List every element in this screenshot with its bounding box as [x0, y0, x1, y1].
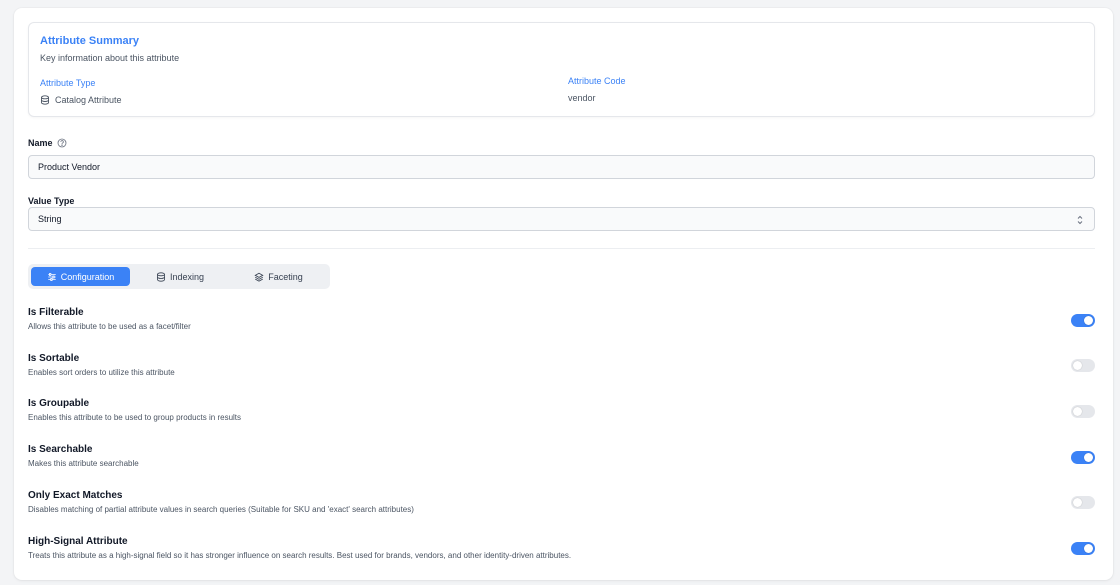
option-is-searchable: Is Searchable Makes this attribute searc…: [28, 444, 139, 468]
option-title: Is Filterable: [28, 307, 84, 318]
database-icon: [157, 271, 165, 282]
attribute-type-value: Catalog Attribute: [40, 95, 122, 105]
is-filterable-toggle[interactable]: [1071, 314, 1095, 327]
help-circle-icon[interactable]: [57, 138, 67, 148]
section-divider: [28, 248, 1095, 249]
layers-icon: [254, 272, 264, 282]
name-input[interactable]: Product Vendor: [28, 155, 1095, 179]
option-title: High-Signal Attribute: [28, 536, 128, 547]
tab-faceting[interactable]: Faceting: [230, 267, 327, 286]
option-only-exact-matches: Only Exact Matches Disables matching of …: [28, 490, 414, 514]
attribute-type-text: Catalog Attribute: [55, 95, 122, 105]
name-field-label: Name: [28, 138, 67, 148]
option-is-sortable: Is Sortable Enables sort orders to utili…: [28, 353, 175, 377]
option-description: Disables matching of partial attribute v…: [28, 505, 414, 514]
option-description: Makes this attribute searchable: [28, 459, 139, 468]
attribute-summary-card: Attribute Summary Key information about …: [28, 22, 1095, 117]
tab-configuration[interactable]: Configuration: [31, 267, 130, 286]
database-icon: [40, 95, 50, 105]
option-high-signal-attribute: High-Signal Attribute Treats this attrib…: [28, 536, 571, 560]
summary-subtitle: Key information about this attribute: [40, 53, 180, 63]
name-label-text: Name: [28, 138, 53, 148]
tab-configuration-label: Configuration: [60, 271, 115, 282]
toggle-knob: [1084, 544, 1093, 553]
attribute-code-label: Attribute Code: [568, 76, 626, 86]
is-searchable-toggle[interactable]: [1071, 451, 1095, 464]
toggle-knob: [1084, 316, 1093, 325]
toggle-knob: [1073, 407, 1082, 416]
is-groupable-toggle[interactable]: [1071, 405, 1095, 418]
toggle-knob: [1073, 498, 1082, 507]
value-type-label: Value Type: [28, 196, 75, 206]
option-description: Allows this attribute to be used as a fa…: [28, 322, 191, 331]
value-type-select[interactable]: String: [28, 207, 1095, 231]
tab-indexing-label: Indexing: [169, 271, 205, 282]
sliders-icon: [47, 272, 56, 281]
chevron-up-down-icon: [1076, 214, 1084, 226]
option-title: Is Searchable: [28, 444, 93, 455]
option-description: Treats this attribute as a high-signal f…: [28, 551, 572, 560]
option-is-filterable: Is Filterable Allows this attribute to b…: [28, 307, 191, 331]
toggle-knob: [1073, 361, 1082, 370]
option-description: Enables sort orders to utilize this attr…: [28, 368, 175, 377]
high-signal-attribute-toggle[interactable]: [1071, 542, 1095, 555]
option-title: Only Exact Matches: [28, 490, 123, 501]
toggle-knob: [1084, 453, 1093, 462]
summary-title: Attribute Summary: [40, 35, 140, 47]
option-title: Is Groupable: [28, 398, 90, 409]
attribute-code-value: vendor: [568, 93, 596, 103]
value-type-selected: String: [38, 214, 62, 224]
option-description: Enables this attribute to be used to gro…: [28, 413, 242, 422]
only-exact-matches-toggle[interactable]: [1071, 496, 1095, 509]
tab-indexing[interactable]: Indexing: [132, 267, 228, 286]
option-is-groupable: Is Groupable Enables this attribute to b…: [28, 398, 241, 422]
is-sortable-toggle[interactable]: [1071, 359, 1095, 372]
tab-faceting-label: Faceting: [268, 271, 303, 282]
attribute-type-label: Attribute Type: [40, 78, 96, 88]
option-title: Is Sortable: [28, 353, 80, 364]
settings-tabs: Configuration Indexing Faceting: [28, 264, 330, 289]
